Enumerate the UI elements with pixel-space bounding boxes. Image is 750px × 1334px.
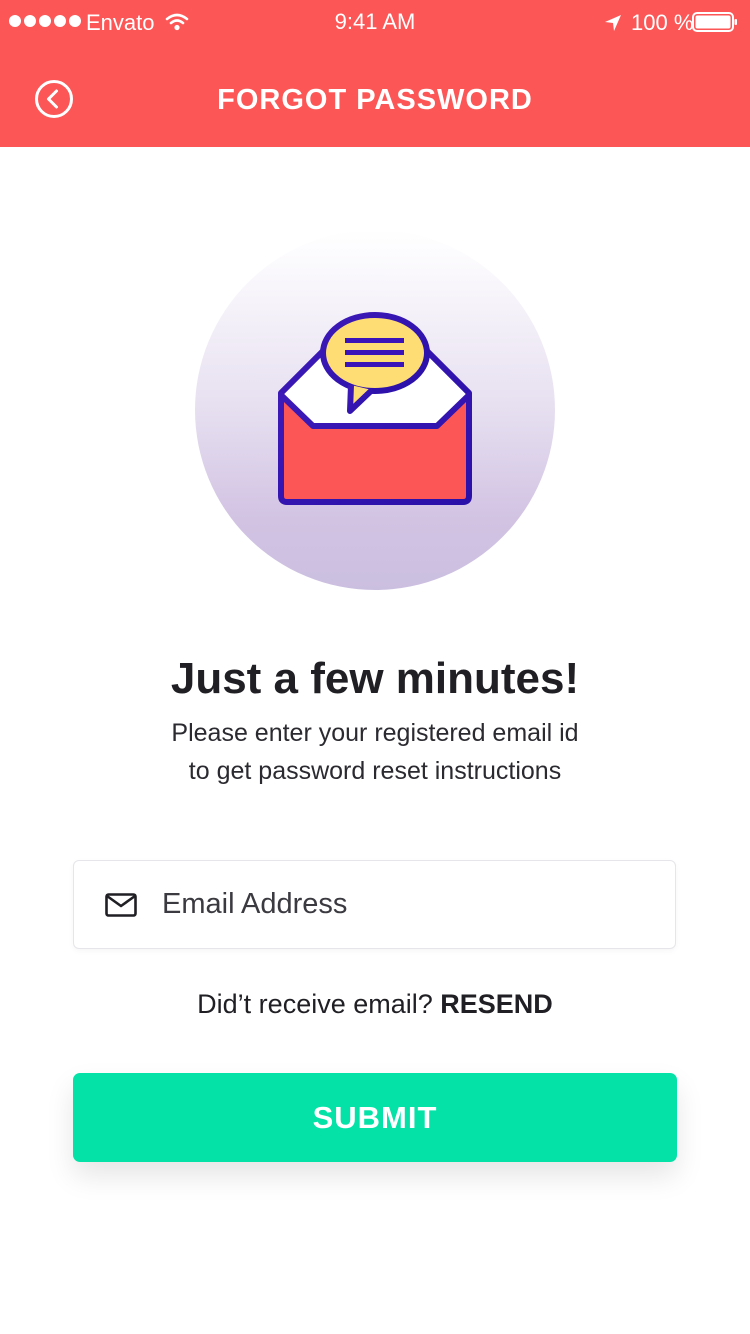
page-title: FORGOT PASSWORD [217, 84, 533, 116]
battery-icon [692, 12, 737, 32]
hero-illustration [195, 230, 555, 590]
description-line-1: Please enter your registered email id [171, 719, 579, 747]
app-header: Envato 9:41 AM 100 % FORGOT PASSWORD [0, 0, 750, 147]
email-input[interactable] [162, 861, 652, 948]
battery-percentage: 100 % [631, 10, 694, 35]
submit-button[interactable]: SUBMIT [73, 1073, 677, 1162]
description-line-2: to get password reset instructions [188, 757, 562, 785]
resend-link[interactable]: RESEND [440, 989, 553, 1019]
location-arrow-icon [605, 15, 621, 31]
mail-icon [105, 893, 137, 917]
resend-row: Did’t receive email? RESEND [0, 985, 750, 1023]
description: Please enter your registered email id to… [125, 714, 625, 790]
resend-prompt: Did’t receive email? [197, 989, 433, 1019]
email-field[interactable] [73, 860, 676, 949]
open-envelope-with-message-bubble-icon [278, 312, 472, 505]
status-bar: Envato 9:41 AM 100 % [0, 0, 750, 44]
headline: Just a few minutes! [170, 654, 580, 703]
